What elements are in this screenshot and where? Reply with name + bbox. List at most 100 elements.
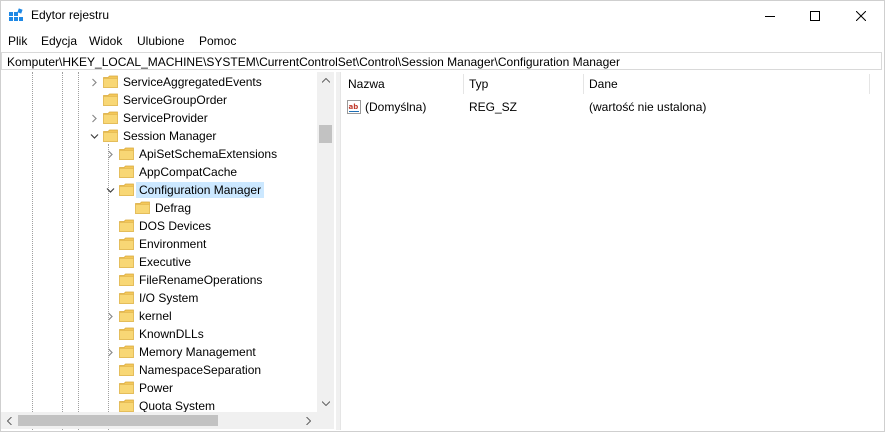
tree-item-label: Defrag xyxy=(155,201,192,215)
menu-edycja[interactable]: Edycja xyxy=(41,34,77,48)
chevron-right-icon xyxy=(92,78,97,86)
tree-item-label: DOS Devices xyxy=(139,219,212,233)
chevron-right-icon xyxy=(108,150,113,158)
maximize-icon xyxy=(810,10,820,21)
close-button[interactable] xyxy=(838,0,884,31)
value-name: (Domyślna) xyxy=(365,100,427,114)
tree-item-label: I/O System xyxy=(139,291,199,305)
tree-item[interactable]: DOS Devices xyxy=(1,217,317,235)
close-icon xyxy=(856,10,866,21)
chevron-right-icon xyxy=(92,114,97,122)
address-path[interactable]: Komputer\HKEY_LOCAL_MACHINE\SYSTEM\Curre… xyxy=(7,55,620,69)
folder-icon xyxy=(119,237,134,250)
tree-item-label: ServiceAggregatedEvents xyxy=(123,75,262,89)
folder-icon xyxy=(119,291,134,304)
chevron-left-icon xyxy=(7,416,12,425)
folder-icon xyxy=(119,255,134,268)
values-list[interactable]: Nazwa Typ Dane ab (Domyślna) REG_SZ (war… xyxy=(340,72,884,430)
horizontal-scroll-thumb[interactable] xyxy=(18,415,218,426)
tree-item-label: Executive xyxy=(139,255,192,269)
tree-item-label: ServiceGroupOrder xyxy=(123,93,228,107)
vertical-scroll-thumb[interactable] xyxy=(319,125,332,143)
window-title: Edytor rejestru xyxy=(31,8,110,22)
tree-item[interactable]: I/O System xyxy=(1,289,317,307)
tree-collapse-toggle[interactable] xyxy=(106,185,115,195)
folder-icon xyxy=(135,201,150,214)
folder-icon xyxy=(119,309,134,322)
tree-item[interactable]: Session Manager xyxy=(1,127,317,145)
tree-item-label: NamespaceSeparation xyxy=(139,363,262,377)
folder-icon xyxy=(103,111,118,124)
value-type: REG_SZ xyxy=(469,100,518,114)
tree-item[interactable]: NamespaceSeparation xyxy=(1,361,317,379)
column-header-name[interactable]: Nazwa xyxy=(341,72,463,96)
chevron-right-icon xyxy=(306,416,311,425)
tree-item-label: FileRenameOperations xyxy=(139,273,263,287)
tree-expand-toggle[interactable] xyxy=(106,311,115,321)
folder-icon xyxy=(119,363,134,376)
folder-icon xyxy=(103,129,118,142)
string-value-icon: ab xyxy=(347,100,361,114)
tree-item[interactable]: Defrag xyxy=(1,199,317,217)
key-tree[interactable]: ServiceAggregatedEvents ServiceGroupOrder… xyxy=(1,72,335,430)
tree-collapse-toggle[interactable] xyxy=(90,131,99,141)
scroll-down-arrow[interactable] xyxy=(317,395,334,412)
tree-expand-toggle[interactable] xyxy=(90,113,99,123)
address-bar[interactable]: Komputer\HKEY_LOCAL_MACHINE\SYSTEM\Curre… xyxy=(1,52,882,70)
menu-pomoc[interactable]: Pomoc xyxy=(199,34,236,48)
tree-item[interactable]: AppCompatCache xyxy=(1,163,317,181)
tree-expand-toggle[interactable] xyxy=(90,77,99,87)
svg-text:ab: ab xyxy=(349,103,359,111)
folder-icon xyxy=(119,273,134,286)
menu-ulubione[interactable]: Ulubione xyxy=(137,34,184,48)
column-header-data[interactable]: Dane xyxy=(582,72,869,96)
tree-item[interactable]: Executive xyxy=(1,253,317,271)
folder-icon xyxy=(119,147,134,160)
tree-item[interactable]: ApiSetSchemaExtensions xyxy=(1,145,317,163)
folder-icon xyxy=(103,93,118,106)
tree-item-label: Configuration Manager xyxy=(136,182,265,198)
scroll-left-arrow[interactable] xyxy=(1,412,18,429)
tree-item[interactable]: FileRenameOperations xyxy=(1,271,317,289)
tree-item[interactable]: Memory Management xyxy=(1,343,317,361)
tree-item-label: ApiSetSchemaExtensions xyxy=(139,147,278,161)
value-data: (wartość nie ustalona) xyxy=(589,100,707,114)
folder-icon xyxy=(119,327,134,340)
tree-item[interactable]: KnownDLLs xyxy=(1,325,317,343)
chevron-down-icon xyxy=(106,187,115,193)
scroll-corner xyxy=(317,412,334,429)
tree-item-label: AppCompatCache xyxy=(139,165,238,179)
tree-item[interactable]: Configuration Manager xyxy=(1,181,317,199)
minimize-button[interactable] xyxy=(747,0,793,31)
chevron-down-icon xyxy=(90,133,99,139)
column-header-type[interactable]: Typ xyxy=(462,72,583,96)
tree-item-label: kernel xyxy=(139,309,172,323)
menu-widok[interactable]: Widok xyxy=(89,34,122,48)
folder-icon xyxy=(119,183,134,196)
tree-item-label: ServiceProvider xyxy=(123,111,208,125)
column-separator[interactable] xyxy=(869,74,870,94)
folder-icon xyxy=(119,381,134,394)
registry-app-icon xyxy=(9,8,23,21)
tree-item[interactable]: Power xyxy=(1,379,317,397)
chevron-right-icon xyxy=(108,348,113,356)
tree-item[interactable]: ServiceProvider xyxy=(1,109,317,127)
value-row[interactable]: ab (Domyślna) REG_SZ (wartość nie ustalo… xyxy=(341,98,881,116)
tree-horizontal-scrollbar[interactable] xyxy=(1,412,317,429)
scroll-right-arrow[interactable] xyxy=(300,412,317,429)
tree-item[interactable]: kernel xyxy=(1,307,317,325)
title-bar[interactable]: Edytor rejestru xyxy=(0,0,885,31)
tree-item-label: Memory Management xyxy=(139,345,256,359)
chevron-right-icon xyxy=(108,312,113,320)
tree-item[interactable]: ServiceGroupOrder xyxy=(1,91,317,109)
menu-plik[interactable]: Plik xyxy=(8,34,27,48)
tree-item[interactable]: Environment xyxy=(1,235,317,253)
tree-vertical-scrollbar[interactable] xyxy=(317,72,334,412)
tree-expand-toggle[interactable] xyxy=(106,149,115,159)
scroll-up-arrow[interactable] xyxy=(317,72,334,89)
maximize-button[interactable] xyxy=(792,0,838,31)
tree-item[interactable]: ServiceAggregatedEvents xyxy=(1,73,317,91)
tree-item-label: Environment xyxy=(139,237,207,251)
tree-expand-toggle[interactable] xyxy=(106,347,115,357)
menu-bar: Plik Edycja Widok Ulubione Pomoc xyxy=(0,31,885,51)
